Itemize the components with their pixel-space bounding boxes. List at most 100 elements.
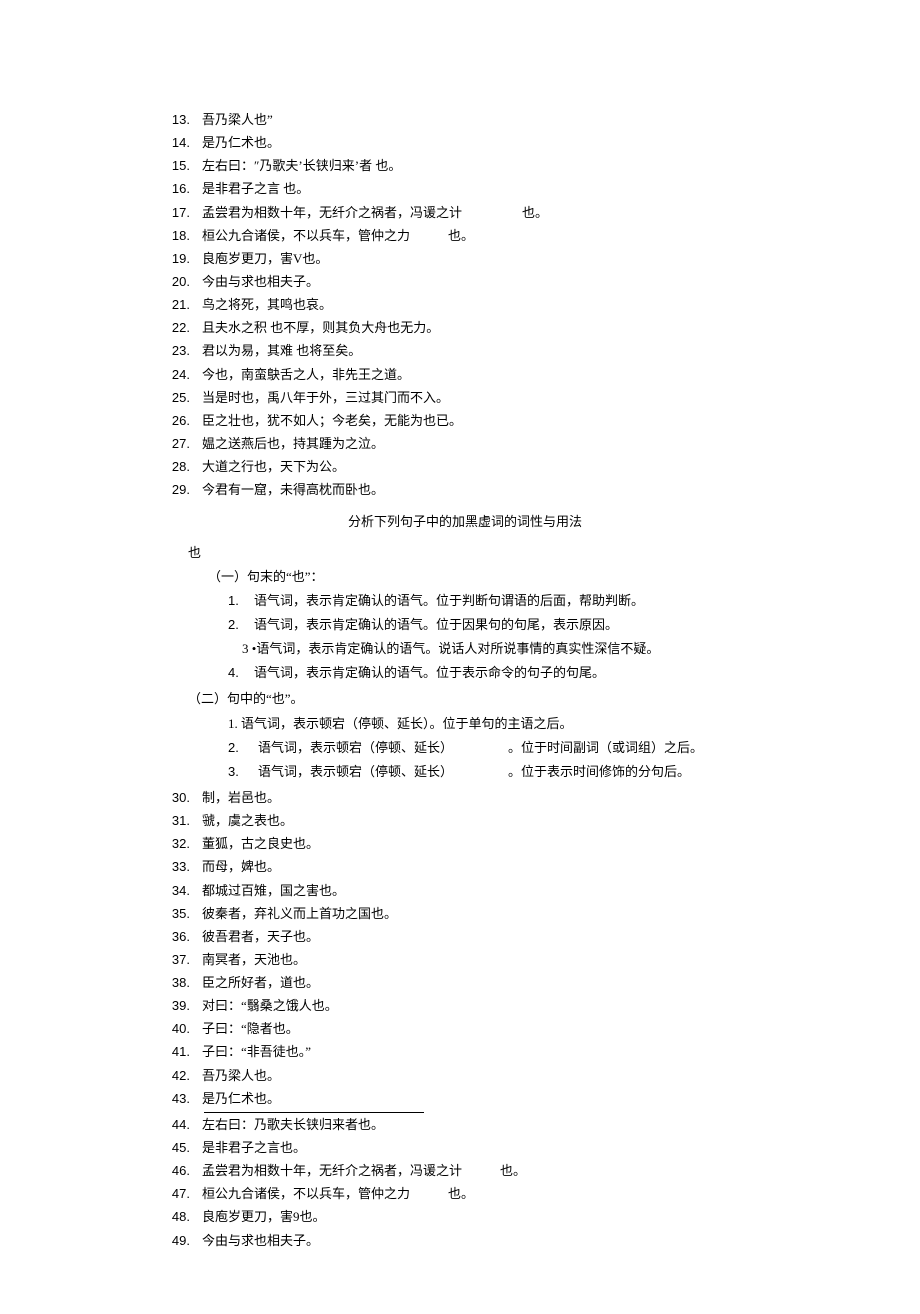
list-item: 46. 孟尝君为相数十年，无纤介之祸者，冯谖之计也。	[160, 1161, 770, 1181]
item-text: 桓公九合诸侯，不以兵车，管仲之力也。	[202, 226, 770, 246]
sub-number: 4.	[228, 663, 254, 683]
item-number: 32.	[160, 834, 190, 854]
sub-item: 2. 语气词，表示肯定确认的语气。位于因果句的句尾，表示原因。	[228, 615, 770, 635]
sub-number: 3.	[228, 762, 258, 782]
list-item: 14. 是乃仁术也。	[160, 133, 770, 153]
sub-number: 1.	[228, 591, 254, 611]
item-number: 42.	[160, 1066, 190, 1086]
item-number: 39.	[160, 996, 190, 1016]
item-number: 31.	[160, 811, 190, 831]
item-text: 制，岩邑也。	[202, 788, 770, 808]
item-text: 良庖岁更刀，害9也。	[202, 1207, 770, 1227]
sub-text-right: 。位于表示时间修饰的分句后。	[508, 762, 690, 782]
list-item: 18.桓公九合诸侯，不以兵车，管仲之力也。	[160, 226, 770, 246]
sub-text-left: 语气词，表示顿宕（停顿、延长）	[258, 738, 478, 758]
list-item: 43.是乃仁术也。	[160, 1089, 770, 1109]
sub-item: 1. 语气词，表示顿宕（停顿、延长）。位于单句的主语之后。	[228, 714, 770, 734]
item-number: 36.	[160, 927, 190, 947]
item-number: 28.	[160, 457, 190, 477]
sub-item: 1. 语气词，表示肯定确认的语气。位于判断句谓语的后面，帮助判断。	[228, 591, 770, 611]
sub-item: 3. 语气词，表示顿宕（停顿、延长） 。位于表示时间修饰的分句后。	[228, 762, 770, 782]
sub-item: 3 •语气词，表示肯定确认的语气。说话人对所说事情的真实性深信不疑。	[242, 639, 770, 659]
list-item: 35.彼秦者，弃礼义而上首功之国也。	[160, 904, 770, 924]
item-number: 46.	[160, 1161, 190, 1181]
item-number: 14.	[160, 133, 190, 153]
list-item: 34. 都城过百雉，国之害也。	[160, 881, 770, 901]
list-item: 16.是非君子之言 也。	[160, 179, 770, 199]
list-block-1: 13.吾乃梁人也” 14.是乃仁术也。 15.左右曰：″乃歌夫’长铗归来’者 也…	[160, 110, 770, 500]
item-text: 虢，虞之表也。	[202, 811, 770, 831]
sub-number: 3 •	[242, 641, 256, 656]
item-number: 45.	[160, 1138, 190, 1158]
item-text: 是乃仁术也。	[202, 1089, 770, 1109]
item-text: 鸟之将死，其鸣也哀。	[202, 295, 770, 315]
item-number: 22.	[160, 318, 190, 338]
item-text: 左右曰：″乃歌夫’长铗归来’者 也。	[202, 156, 770, 176]
sub-text-right: 。位于时间副词（或词组）之后。	[508, 738, 703, 758]
list-item: 45. 是非君子之言也。	[160, 1138, 770, 1158]
topic-label: 也	[188, 543, 770, 563]
item-text: 彼秦者，弃礼义而上首功之国也。	[202, 904, 770, 924]
list-item: 49. 今由与求也相夫子。	[160, 1231, 770, 1251]
item-text: 今由与求也相夫子。	[202, 272, 770, 292]
sub-number: 2.	[228, 615, 254, 635]
list-item: 32. 董狐，古之良史也。	[160, 834, 770, 854]
subheading-a: （一）句末的“也”：	[208, 567, 770, 587]
item-text: 孟尝君为相数十年，无纤介之祸者，冯谖之计也。	[202, 1161, 770, 1181]
item-number: 26.	[160, 411, 190, 431]
item-number: 44.	[160, 1115, 190, 1135]
item-text: 南冥者，天池也。	[202, 950, 770, 970]
list-item: 38.臣之所好者，道也。	[160, 973, 770, 993]
list-item: 28.大道之行也，天下为公。	[160, 457, 770, 477]
item-number: 49.	[160, 1231, 190, 1251]
list-item: 17.孟尝君为相数十年，无纤介之祸者，冯谖之计也。	[160, 203, 770, 223]
item-number: 24.	[160, 365, 190, 385]
item-number: 20.	[160, 272, 190, 292]
list-item: 24. 今也，南蛮鴃舌之人，非先王之道。	[160, 365, 770, 385]
list-item: 41. 子曰：“非吾徒也。”	[160, 1042, 770, 1062]
item-number: 40.	[160, 1019, 190, 1039]
list-item: 48.良庖岁更刀，害9也。	[160, 1207, 770, 1227]
list-item: 42.吾乃梁人也。	[160, 1066, 770, 1086]
item-number: 13.	[160, 110, 190, 130]
item-text: 君以为易，其难 也将至矣。	[202, 341, 770, 361]
item-number: 17.	[160, 203, 190, 223]
sub-number: 2.	[228, 738, 258, 758]
item-text: 是乃仁术也。	[202, 133, 770, 153]
item-number: 27.	[160, 434, 190, 454]
item-number: 41.	[160, 1042, 190, 1062]
item-text: 媪之送燕后也，持其踵为之泣。	[202, 434, 770, 454]
list-item: 23.君以为易，其难 也将至矣。	[160, 341, 770, 361]
sub-text: 语气词，表示肯定确认的语气。位于因果句的句尾，表示原因。	[254, 615, 770, 635]
sub-text: 语气词，表示肯定确认的语气。位于表示命令的句子的句尾。	[254, 663, 770, 683]
item-number: 25.	[160, 388, 190, 408]
list-item: 30.制，岩邑也。	[160, 788, 770, 808]
list-item: 29.今君有一窟，未得高枕而卧也。	[160, 480, 770, 500]
item-text: 都城过百雉，国之害也。	[202, 881, 770, 901]
item-number: 38.	[160, 973, 190, 993]
item-text: 而母，婢也。	[202, 857, 770, 877]
item-text: 今也，南蛮鴃舌之人，非先王之道。	[202, 365, 770, 385]
item-number: 34.	[160, 881, 190, 901]
sub-text: 语气词，表示肯定确认的语气。说话人对所说事情的真实性深信不疑。	[256, 641, 659, 656]
item-text: 董狐，古之良史也。	[202, 834, 770, 854]
item-number: 29.	[160, 480, 190, 500]
list-item: 27. 媪之送燕后也，持其踵为之泣。	[160, 434, 770, 454]
item-text: 且夫水之积 也不厚，则其负大舟也无力。	[202, 318, 770, 338]
sub-item: 2. 语气词，表示顿宕（停顿、延长） 。位于时间副词（或词组）之后。	[228, 738, 770, 758]
item-text: 今由与求也相夫子。	[202, 1231, 770, 1251]
sub-item: 4. 语气词，表示肯定确认的语气。位于表示命令的句子的句尾。	[228, 663, 770, 683]
item-text: 是非君子之言也。	[202, 1138, 770, 1158]
list-item: 36.彼吾君者，天子也。	[160, 927, 770, 947]
list-item: 15.左右曰：″乃歌夫’长铗归来’者 也。	[160, 156, 770, 176]
separator-rule	[204, 1112, 424, 1113]
list-item: 40.子曰：“隐者也。	[160, 1019, 770, 1039]
list-item: 44.左右曰：乃歌夫长铗归来者也。	[160, 1115, 770, 1135]
item-text: 当是时也，禹八年于外，三过其门而不入。	[202, 388, 770, 408]
item-text: 子曰：“非吾徒也。”	[202, 1042, 770, 1062]
list-item: 21.鸟之将死，其鸣也哀。	[160, 295, 770, 315]
list-block-2: 30.制，岩邑也。 31. 虢，虞之表也。 32. 董狐，古之良史也。 33.而母，…	[160, 788, 770, 1109]
list-item: 33.而母，婢也。	[160, 857, 770, 877]
item-text: 是非君子之言 也。	[202, 179, 770, 199]
subheading-b: （二）句中的“也”。	[188, 689, 770, 709]
